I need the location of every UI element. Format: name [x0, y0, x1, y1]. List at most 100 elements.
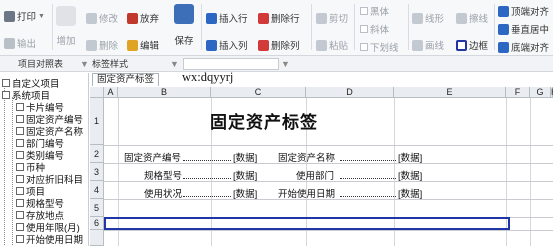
col-header[interactable]: E — [394, 87, 506, 98]
add-icon — [56, 6, 76, 26]
style-combo[interactable] — [183, 58, 279, 70]
col-header[interactable]: A — [104, 87, 118, 98]
col-header[interactable]: C — [211, 87, 306, 98]
row-header[interactable]: 3 — [90, 163, 104, 181]
eraser-icon — [456, 12, 467, 24]
line-style-icon — [412, 12, 423, 24]
field-label-dept[interactable]: 使用部门 — [296, 168, 334, 182]
cut-button[interactable]: 剪切 — [316, 11, 348, 25]
leaf-icon — [16, 115, 24, 123]
dotted-line — [183, 178, 231, 179]
col-header[interactable]: G — [530, 87, 551, 98]
separator — [52, 4, 53, 50]
row-header[interactable]: 1 — [90, 98, 104, 145]
overlay-text: wx:dqyyrj — [182, 70, 234, 84]
leaf-icon — [16, 103, 24, 111]
label-designer-grid[interactable]: A B C D E F G H 1 2 3 4 5 6 固定资产标签 固定资产编… — [90, 87, 553, 246]
field-label-asset-no[interactable]: 固定资产编号 — [124, 150, 181, 164]
erase-line-button[interactable]: 擦线 — [456, 11, 488, 25]
data-placeholder[interactable]: [数据] — [233, 186, 257, 200]
format-bar: 项目对照表 ▼ 标签样式 ▼ ▼ — [0, 56, 553, 72]
export-button[interactable]: 输出 — [4, 36, 36, 50]
style-combo-dropdown[interactable]: ▼ — [281, 58, 290, 70]
grid-line — [104, 230, 553, 231]
grid-line — [530, 98, 531, 246]
top-align-button[interactable]: 顶端对齐 — [498, 4, 549, 18]
data-placeholder[interactable]: [数据] — [233, 168, 257, 182]
underline-checkbox[interactable]: 下划线 — [360, 40, 399, 54]
data-placeholder[interactable]: [数据] — [398, 150, 422, 164]
item-tree: 自定义项目 系统项目 卡片编号 固定资产编号 固定资产名称 部门编号 类别编号 … — [0, 73, 89, 246]
field-label-asset-name[interactable]: 固定资产名称 — [278, 150, 335, 164]
leaf-icon — [16, 127, 24, 135]
label-style-dropdown[interactable]: ▼ — [170, 58, 179, 70]
separator — [408, 4, 409, 50]
delete-col-button[interactable]: 删除列 — [258, 38, 300, 52]
row-header[interactable]: 4 — [90, 181, 104, 199]
leaf-icon — [16, 211, 24, 219]
ribbon-toolbar: 打印 ▼ 输出 增加 修改 删除 放弃 编辑 保存 插入行 删除行 插入列 删除… — [0, 0, 553, 56]
scissors-icon — [316, 12, 327, 24]
tree-item[interactable]: 开始使用日期 — [16, 232, 83, 246]
paste-button[interactable]: 粘贴 — [316, 38, 348, 52]
align-top-icon — [498, 5, 509, 17]
align-bottom-icon — [498, 41, 509, 53]
data-placeholder[interactable]: [数据] — [398, 168, 422, 182]
data-placeholder[interactable]: [数据] — [233, 150, 257, 164]
selected-row[interactable] — [104, 217, 510, 230]
corner-cell[interactable] — [90, 87, 104, 98]
row-header[interactable]: 6 — [90, 217, 104, 230]
cross-table-dropdown[interactable]: ▼ — [80, 58, 89, 70]
dotted-line — [340, 178, 396, 179]
edit-icon — [127, 39, 138, 51]
leaf-icon — [16, 139, 24, 147]
col-header[interactable]: F — [506, 87, 530, 98]
row-header[interactable] — [90, 230, 104, 246]
delete-row-icon — [258, 12, 269, 24]
bold-checkbox[interactable]: 黑体 — [360, 4, 389, 18]
grid-line — [104, 145, 553, 146]
print-button[interactable]: 打印 ▼ — [4, 9, 45, 23]
leaf-icon — [16, 223, 24, 231]
dotted-line — [183, 160, 231, 161]
leaf-icon — [16, 151, 24, 159]
row-header[interactable]: 5 — [90, 199, 104, 217]
data-placeholder[interactable]: [数据] — [398, 186, 422, 200]
insert-col-button[interactable]: 插入列 — [206, 38, 248, 52]
col-header[interactable]: D — [306, 87, 394, 98]
add-button[interactable]: 增加 — [56, 6, 76, 47]
field-label-start-date[interactable]: 开始使用日期 — [278, 186, 335, 200]
save-button[interactable]: 保存 — [174, 4, 194, 47]
delete-button[interactable]: 删除 — [86, 38, 118, 52]
clipboard-icon — [316, 39, 327, 51]
expand-icon[interactable] — [2, 79, 10, 87]
delete-row-button[interactable]: 删除行 — [258, 11, 300, 25]
vertical-center-button[interactable]: 垂直居中 — [498, 22, 549, 36]
dotted-line — [340, 160, 396, 161]
line-style-button[interactable]: 线形 — [412, 11, 444, 25]
insert-row-button[interactable]: 插入行 — [206, 11, 248, 25]
border-button[interactable]: 边框 — [456, 38, 488, 52]
bottom-align-button[interactable]: 底端对齐 — [498, 40, 549, 54]
draw-line-button[interactable]: 画线 — [412, 38, 444, 52]
edit-button[interactable]: 编辑 — [127, 38, 159, 52]
field-label-status[interactable]: 使用状况 — [144, 186, 182, 200]
leaf-icon — [16, 175, 24, 183]
tab-asset-label[interactable]: 固定资产标签 — [92, 73, 160, 86]
field-label-spec[interactable]: 规格型号 — [144, 168, 182, 182]
tree-connector — [12, 97, 13, 245]
tree-connector — [4, 85, 5, 245]
collapse-icon[interactable] — [2, 91, 10, 99]
label-title[interactable]: 固定资产标签 — [210, 108, 318, 133]
dotted-line — [183, 196, 231, 197]
italic-checkbox[interactable]: 斜体 — [360, 22, 389, 36]
separator — [354, 4, 355, 50]
leaf-icon — [16, 199, 24, 207]
col-header[interactable]: B — [118, 87, 211, 98]
row-header[interactable]: 2 — [90, 145, 104, 163]
discard-button[interactable]: 放弃 — [127, 11, 159, 25]
export-icon — [4, 37, 15, 49]
modify-button[interactable]: 修改 — [86, 11, 118, 25]
delete-col-icon — [258, 39, 269, 51]
label-style-label: 标签样式 — [92, 59, 129, 69]
